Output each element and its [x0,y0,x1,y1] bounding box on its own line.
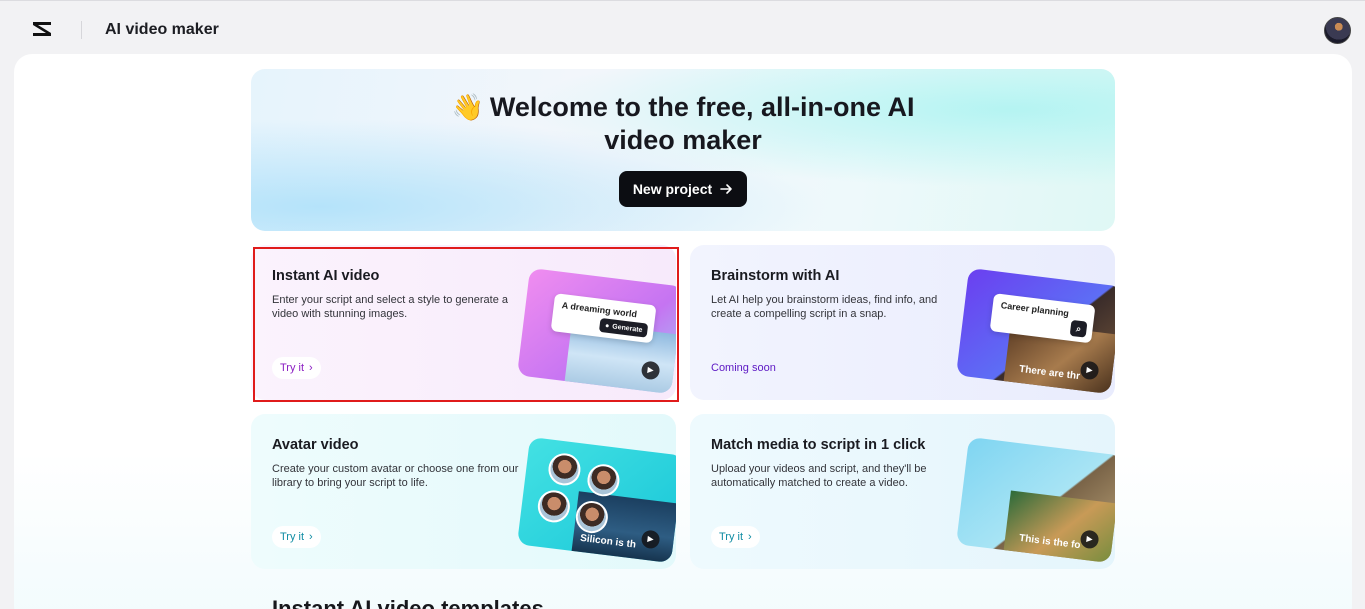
new-project-button[interactable]: New project [619,171,747,207]
prompt-chip-text: A dreaming world [561,300,638,320]
card-description: Enter your script and select a style to … [272,294,509,320]
card-match-media-to-script[interactable]: Match media to script in 1 click Upload … [690,414,1115,569]
card-instant-ai-video[interactable]: Instant AI video Enter your script and s… [251,245,676,400]
try-it-button[interactable]: Try it › [711,526,760,548]
prompt-chip: A dreaming world ● Generate [550,293,657,344]
avatar-face-icon [546,451,583,488]
card-thumbnail: A dreaming world ● Generate ▶ [516,267,676,395]
app-title: AI video maker [105,21,219,38]
card-description: Upload your videos and script, and they'… [711,463,927,489]
generate-chip-label: Generate [611,322,643,334]
new-project-label: New project [632,181,713,197]
try-it-button[interactable]: Try it › [272,357,321,379]
try-it-label: Try it [280,531,305,543]
card-avatar-video[interactable]: Avatar video Create your custom avatar o… [251,414,676,569]
hero-title-line2: video maker [604,125,762,155]
arrow-right-icon [720,184,732,194]
card-thumbnail: Career planning ⌕ There are thr ▶ [955,267,1115,395]
thumbnail-scene [1002,490,1115,564]
try-it-label: Try it [719,531,744,543]
top-bar: AI video maker [0,0,1365,55]
user-avatar[interactable] [1324,17,1351,44]
try-it-button[interactable]: Try it › [272,526,321,548]
card-description: Create your custom avatar or choose one … [272,463,519,489]
generate-chip-button: ● Generate [599,317,649,338]
card-brainstorm-with-ai[interactable]: Brainstorm with AI Let AI help you brain… [690,245,1115,400]
chevron-right-icon: › [309,362,313,374]
card-title: Avatar video [272,437,359,453]
search-icon: ⌕ [1069,319,1088,338]
card-description: Let AI help you brainstorm ideas, find i… [711,294,938,320]
next-section-heading: Instant AI video templates [272,598,544,609]
chevron-right-icon: › [748,531,752,543]
sparkle-icon: ● [604,322,610,330]
header-divider [81,21,82,39]
waving-hand-icon: 👋 [451,92,484,122]
coming-soon-label: Coming soon [711,362,776,374]
prompt-chip-text: Career planning [1000,300,1070,319]
chevron-right-icon: › [309,531,313,543]
avatar-face-icon [536,488,572,525]
hero-title: 👋 Welcome to the free, all-in-one AI vide… [251,91,1115,157]
card-title: Match media to script in 1 click [711,437,926,453]
prompt-chip: Career planning ⌕ [989,293,1096,344]
card-title: Instant AI video [272,268,380,284]
hero-title-line1: Welcome to the free, all-in-one AI [489,92,915,122]
hero-banner: 👋 Welcome to the free, all-in-one AI vide… [251,69,1115,231]
card-title: Brainstorm with AI [711,268,840,284]
card-thumbnail: This is the fo ▶ [955,436,1115,564]
capcut-logo-icon[interactable] [30,17,54,41]
try-it-label: Try it [280,362,305,374]
card-thumbnail: Silicon is th ▶ [516,436,676,564]
